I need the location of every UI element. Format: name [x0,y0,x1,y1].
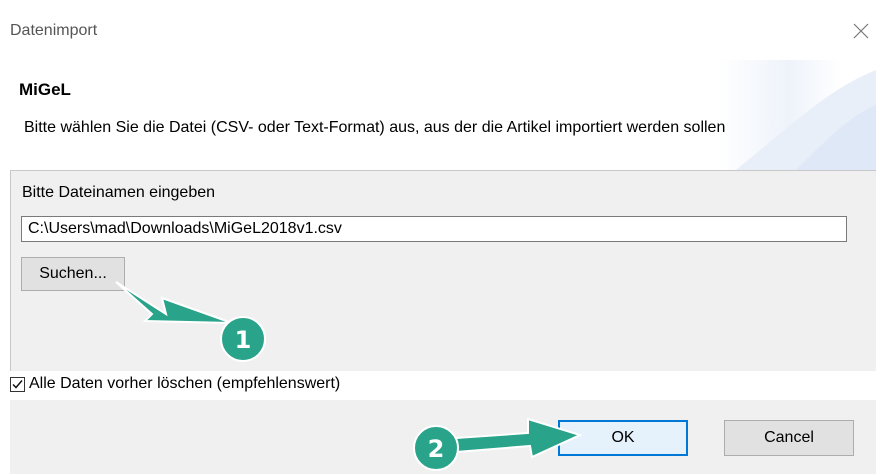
close-icon [853,23,869,39]
delete-all-label: Alle Daten vorher löschen (empfehlenswer… [29,375,341,392]
ok-button[interactable]: OK [558,420,688,456]
checkmark-icon [12,379,23,389]
close-button[interactable] [848,18,874,44]
banner-decoration [736,70,876,170]
browse-button[interactable]: Suchen... [21,257,125,291]
delete-all-option[interactable]: Alle Daten vorher löschen (empfehlenswer… [10,372,340,396]
content-panel: Bitte Dateinamen eingeben Suchen... [10,170,876,371]
button-bar: OK Cancel [10,400,876,474]
dialog-heading: MiGeL [19,80,71,99]
filename-label: Bitte Dateinamen eingeben [22,184,216,201]
title-bar: Datenimport [0,0,876,60]
cancel-button[interactable]: Cancel [724,420,854,456]
header-banner: MiGeL Bitte wählen Sie die Datei (CSV- o… [0,60,876,170]
delete-all-checkbox[interactable] [10,376,25,392]
filename-input[interactable] [21,216,847,242]
window-title: Datenimport [10,22,98,39]
dialog-description: Bitte wählen Sie die Datei (CSV- oder Te… [24,119,726,136]
